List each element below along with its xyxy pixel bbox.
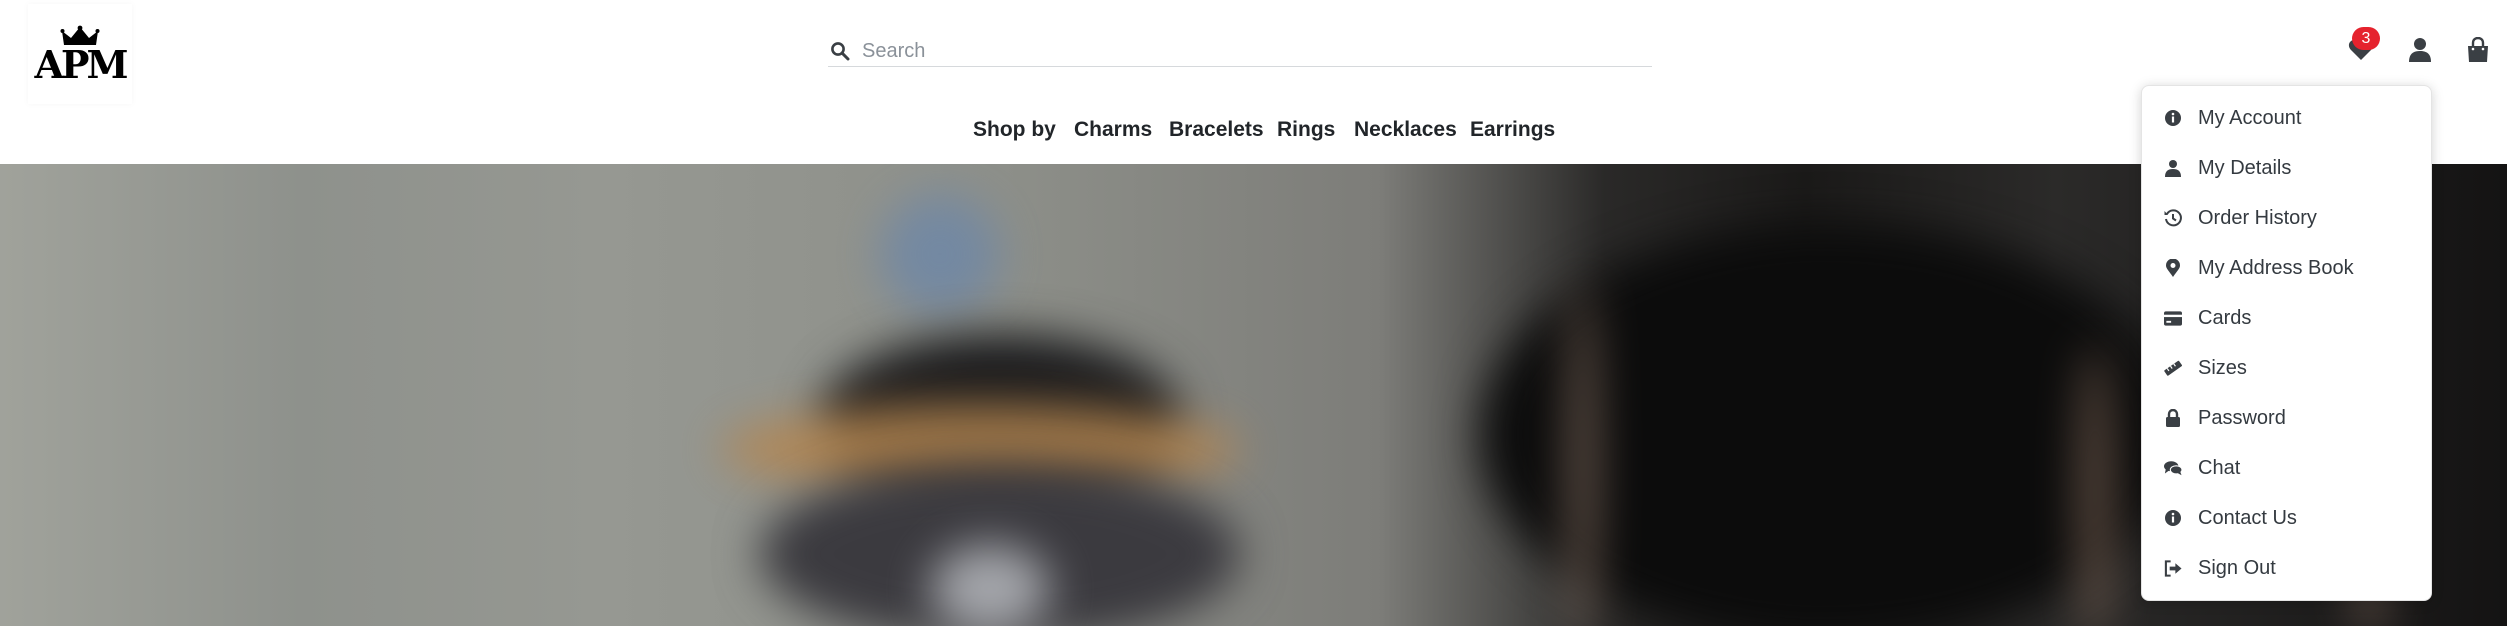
- menu-item-contact-us[interactable]: Contact Us: [2164, 503, 2297, 533]
- menu-item-my-details[interactable]: My Details: [2164, 153, 2291, 183]
- wishlist-count-badge: 3: [2352, 27, 2380, 50]
- menu-item-my-account[interactable]: My Account: [2164, 103, 2301, 133]
- menu-item-chat[interactable]: Chat: [2164, 453, 2240, 483]
- user-icon: [2164, 159, 2182, 177]
- shopping-bag-icon: [2468, 37, 2488, 62]
- cart-button[interactable]: [2462, 34, 2494, 66]
- menu-item-sizes[interactable]: Sizes: [2164, 353, 2247, 383]
- ruler-icon: [2164, 359, 2182, 377]
- history-icon: [2164, 209, 2182, 227]
- credit-card-icon: [2164, 309, 2182, 327]
- nav-bracelets[interactable]: Bracelets: [1169, 118, 1264, 142]
- sign-out-icon: [2164, 559, 2182, 577]
- menu-item-label: Cards: [2198, 306, 2252, 329]
- menu-item-label: Sign Out: [2198, 556, 2276, 579]
- nav-earrings[interactable]: Earrings: [1470, 118, 1555, 142]
- lock-icon: [2164, 409, 2182, 427]
- user-icon: [2409, 38, 2431, 62]
- nav-necklaces[interactable]: Necklaces: [1354, 118, 1457, 142]
- menu-item-label: Chat: [2198, 456, 2241, 479]
- search-bar: [828, 36, 1652, 67]
- menu-item-password[interactable]: Password: [2164, 403, 2286, 433]
- menu-item-label: My Account: [2198, 106, 2302, 129]
- search-input[interactable]: [862, 37, 1652, 65]
- nav-rings[interactable]: Rings: [1277, 118, 1335, 142]
- main-nav: Shop by Charms Bracelets Rings Necklaces…: [0, 118, 2507, 150]
- menu-item-label: Password: [2198, 406, 2286, 429]
- account-dropdown-menu: My Account My Details Order History My A…: [2141, 85, 2432, 601]
- map-pin-icon: [2164, 259, 2182, 277]
- menu-item-label: My Details: [2198, 156, 2292, 179]
- search-icon[interactable]: [830, 41, 850, 61]
- chat-icon: [2164, 459, 2182, 477]
- menu-item-order-history[interactable]: Order History: [2164, 203, 2317, 233]
- nav-charms[interactable]: Charms: [1074, 118, 1152, 142]
- hero-image: [0, 164, 2507, 626]
- menu-item-my-address-book[interactable]: My Address Book: [2164, 253, 2354, 283]
- account-button[interactable]: [2404, 34, 2436, 66]
- nav-shop-by[interactable]: Shop by: [973, 118, 1056, 142]
- menu-item-label: Order History: [2198, 206, 2317, 229]
- logo-text: APM: [34, 42, 128, 87]
- menu-item-cards[interactable]: Cards: [2164, 303, 2251, 333]
- menu-item-label: Sizes: [2198, 356, 2247, 379]
- info-circle-icon: [2164, 509, 2182, 527]
- site-header: APM 3 Shop by Charms Bracelets Rings: [0, 0, 2507, 164]
- info-circle-icon: [2164, 109, 2182, 127]
- menu-item-sign-out[interactable]: Sign Out: [2164, 553, 2276, 583]
- brand-logo[interactable]: APM: [28, 4, 132, 104]
- menu-item-label: My Address Book: [2198, 256, 2354, 279]
- menu-item-label: Contact Us: [2198, 506, 2297, 529]
